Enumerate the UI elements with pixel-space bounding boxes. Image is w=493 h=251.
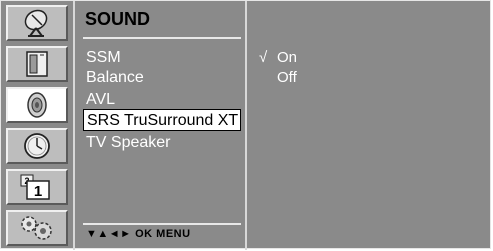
option-label: Off	[277, 69, 297, 86]
satellite-dish-icon	[24, 9, 48, 37]
clock-icon	[24, 133, 50, 159]
option-off[interactable]: Off	[259, 69, 297, 86]
menu-item-tv-speaker[interactable]: TV Speaker	[83, 132, 241, 154]
option-on[interactable]: √ On	[259, 49, 297, 66]
sound-menu-panel: SOUND SSM Balance AVL SRS TruSurround XT…	[77, 1, 247, 250]
menu-item-ssm[interactable]: SSM	[83, 47, 241, 69]
station-category-button[interactable]	[6, 5, 68, 41]
option-label: On	[277, 49, 298, 66]
category-icon-column: 2 1	[1, 1, 75, 250]
channel-1-icon: 2 1	[20, 174, 50, 200]
menu-item-avl[interactable]: AVL	[83, 89, 241, 111]
channel-label: 1	[34, 183, 42, 200]
picture-icon	[26, 51, 48, 77]
picture-category-button[interactable]	[6, 46, 68, 82]
special-category-button[interactable]: 2 1	[6, 169, 68, 205]
tv-osd-menu: 2 1 SOUND SSM Balance AVL SRS TruSurroun…	[0, 0, 491, 250]
title-divider	[83, 37, 241, 39]
speaker-icon	[27, 92, 47, 118]
sound-category-button[interactable]	[6, 87, 68, 123]
submenu-panel: √ On Off	[249, 1, 490, 250]
menu-item-srs-trusurround-xt[interactable]: SRS TruSurround XT	[83, 109, 241, 131]
setup-category-button[interactable]	[6, 210, 68, 246]
time-category-button[interactable]	[6, 128, 68, 164]
navigation-hint: ▼▲◄► OK MENU	[86, 228, 191, 240]
gears-icon	[21, 216, 52, 240]
footer-divider	[83, 223, 241, 225]
check-mark-icon: √	[259, 49, 268, 66]
menu-title: SOUND	[85, 9, 151, 29]
menu-item-balance[interactable]: Balance	[83, 67, 241, 89]
